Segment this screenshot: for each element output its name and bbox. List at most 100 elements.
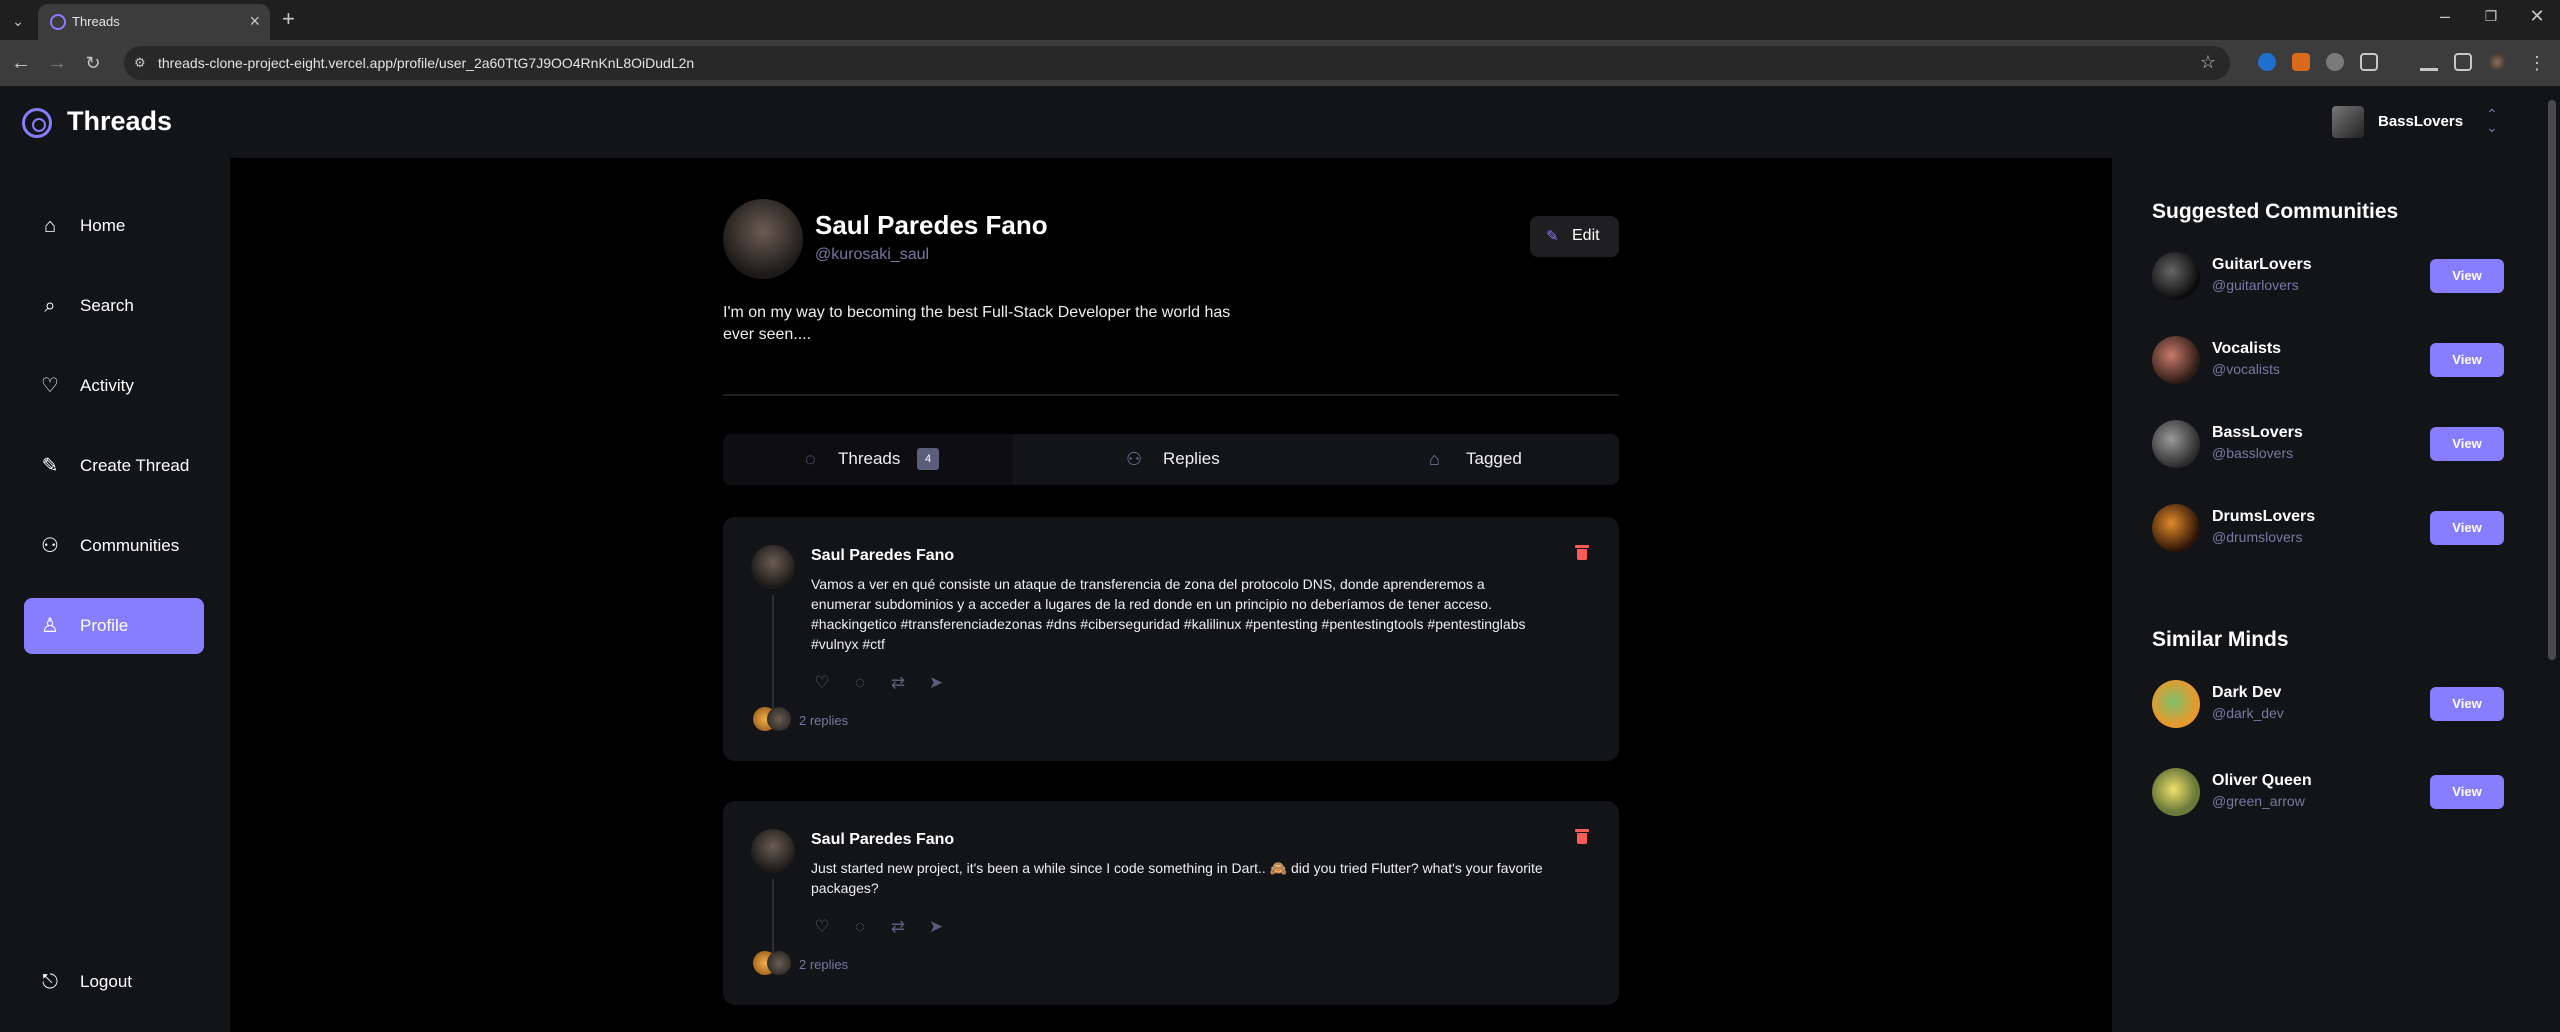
home-icon: ⌂ bbox=[43, 215, 57, 237]
forward-button[interactable]: → bbox=[44, 50, 70, 76]
thread-content: Just started new project, it's been a wh… bbox=[811, 860, 1543, 896]
sidebar-item-label: Home bbox=[80, 216, 126, 235]
reply-icon[interactable]: ◌ bbox=[849, 672, 871, 694]
extension-3-icon[interactable] bbox=[2326, 53, 2344, 71]
community-handle: @vocalists bbox=[2212, 361, 2280, 377]
logout-icon: ⎋ bbox=[42, 971, 58, 993]
view-button[interactable]: View bbox=[2430, 687, 2504, 721]
edit-profile-button[interactable]: ✎ Edit bbox=[1530, 216, 1619, 257]
user-item: Oliver Queen @green_arrow View bbox=[2152, 766, 2516, 818]
edit-label: Edit bbox=[1572, 227, 1600, 244]
user-avatar[interactable] bbox=[2152, 768, 2200, 816]
user-handle: @dark_dev bbox=[2212, 705, 2284, 721]
close-tab-icon[interactable]: × bbox=[249, 11, 260, 32]
author-avatar[interactable] bbox=[751, 545, 795, 589]
replies-tab-icon: ⚇ bbox=[1126, 449, 1143, 469]
community-avatar[interactable] bbox=[2152, 336, 2200, 384]
sidebar-item-search[interactable]: ⌕ Search bbox=[24, 278, 204, 334]
threads-app: Threads BassLovers ⌃ ⌄ ⌂ Home ⌕ Search ♡ … bbox=[0, 86, 2560, 1032]
search-icon: ⌕ bbox=[44, 295, 56, 317]
tab-search-button[interactable]: ⌄ bbox=[6, 9, 30, 33]
logout-button[interactable]: ⎋ Logout bbox=[24, 954, 204, 1010]
tab-threads[interactable]: ◌ Threads 4 bbox=[723, 434, 1013, 485]
tab-label: Tagged bbox=[1466, 449, 1522, 468]
suggested-communities-title: Suggested Communities bbox=[2152, 200, 2399, 223]
repost-icon[interactable]: ⇄ bbox=[887, 916, 909, 938]
site-info-icon[interactable]: ⚙ bbox=[134, 55, 150, 71]
browser-profile-avatar[interactable] bbox=[2488, 53, 2506, 71]
reply-count-link[interactable]: 2 replies bbox=[799, 713, 848, 728]
community-avatar[interactable] bbox=[2152, 504, 2200, 552]
threads-logo-icon[interactable] bbox=[22, 108, 52, 138]
reply-count-link[interactable]: 2 replies bbox=[799, 957, 848, 972]
share-icon[interactable]: ➤ bbox=[925, 916, 947, 938]
sidebar-item-label: Create Thread bbox=[80, 456, 190, 475]
view-button[interactable]: View bbox=[2430, 775, 2504, 809]
repost-icon[interactable]: ⇄ bbox=[887, 672, 909, 694]
organization-switcher[interactable]: BassLovers ⌃ ⌄ bbox=[2332, 104, 2522, 140]
community-item: GuitarLovers @guitarlovers View bbox=[2152, 250, 2516, 302]
share-icon[interactable]: ➤ bbox=[925, 672, 947, 694]
logout-label: Logout bbox=[80, 972, 132, 991]
extensions-puzzle-icon[interactable] bbox=[2360, 53, 2378, 71]
app-topbar: Threads BassLovers ⌃ ⌄ bbox=[0, 86, 2560, 158]
back-button[interactable]: ← bbox=[8, 50, 34, 76]
delete-icon[interactable] bbox=[1575, 544, 1589, 560]
browser-tab[interactable]: Threads × bbox=[38, 4, 270, 40]
user-handle: @green_arrow bbox=[2212, 793, 2305, 809]
user-avatar[interactable] bbox=[2152, 680, 2200, 728]
sidebar-item-activity[interactable]: ♡ Activity bbox=[24, 358, 204, 414]
url-text[interactable]: threads-clone-project-eight.vercel.app/p… bbox=[158, 55, 694, 71]
view-button[interactable]: View bbox=[2430, 511, 2504, 545]
heart-icon[interactable]: ♡ bbox=[811, 916, 833, 938]
browser-tab-strip: ⌄ Threads × + – ❐ ✕ bbox=[0, 0, 2560, 40]
page-scrollbar[interactable] bbox=[2544, 86, 2560, 1032]
community-avatar[interactable] bbox=[2152, 252, 2200, 300]
thread-author[interactable]: Saul Paredes Fano bbox=[811, 547, 954, 565]
view-button[interactable]: View bbox=[2430, 343, 2504, 377]
minimize-button[interactable]: – bbox=[2430, 6, 2460, 27]
app-logo-text[interactable]: Threads bbox=[67, 106, 172, 137]
tab-label: Threads bbox=[838, 449, 901, 468]
bookmark-star-icon[interactable]: ☆ bbox=[2200, 52, 2216, 73]
view-button[interactable]: View bbox=[2430, 427, 2504, 461]
downloads-icon[interactable] bbox=[2420, 53, 2438, 71]
community-handle: @guitarlovers bbox=[2212, 277, 2299, 293]
extension-2-icon[interactable] bbox=[2292, 53, 2310, 71]
browser-menu-icon[interactable]: ⋮ bbox=[2524, 50, 2550, 76]
sidebar-item-profile[interactable]: ♙ Profile bbox=[24, 598, 204, 654]
sidebar-item-create-thread[interactable]: ✎ Create Thread bbox=[24, 438, 204, 494]
window-close-button[interactable]: ✕ bbox=[2522, 6, 2552, 27]
restore-button[interactable]: ❐ bbox=[2476, 8, 2506, 25]
community-avatar[interactable] bbox=[2152, 420, 2200, 468]
community-item: BassLovers @basslovers View bbox=[2152, 418, 2516, 470]
threads-count-badge: 4 bbox=[917, 448, 939, 470]
profile-name: Saul Paredes Fano bbox=[815, 210, 1048, 240]
tab-tagged[interactable]: ⌂ Tagged bbox=[1329, 434, 1619, 485]
author-avatar[interactable] bbox=[751, 829, 795, 873]
sidebar-item-communities[interactable]: ⚇ Communities bbox=[24, 518, 204, 574]
sidebar-item-home[interactable]: ⌂ Home bbox=[24, 198, 204, 254]
thread-card: Saul Paredes Fano Vamos a ver en qué con… bbox=[723, 517, 1619, 761]
sidebar-item-label: Profile bbox=[80, 616, 129, 635]
extension-1-icon[interactable] bbox=[2258, 53, 2276, 71]
address-bar[interactable]: ⚙ threads-clone-project-eight.vercel.app… bbox=[124, 46, 2230, 80]
reload-button[interactable]: ↻ bbox=[80, 50, 106, 76]
side-panel-icon[interactable] bbox=[2454, 53, 2472, 71]
reply-icon[interactable]: ◌ bbox=[849, 916, 871, 938]
thread-author[interactable]: Saul Paredes Fano bbox=[811, 831, 954, 849]
reply-avatar bbox=[767, 951, 791, 975]
organization-avatar bbox=[2332, 106, 2364, 138]
threads-favicon-icon bbox=[50, 14, 66, 30]
new-tab-button[interactable]: + bbox=[282, 6, 295, 32]
thread-content: Vamos a ver en qué consiste un ataque de… bbox=[811, 576, 1526, 652]
heart-icon[interactable]: ♡ bbox=[811, 672, 833, 694]
view-button[interactable]: View bbox=[2430, 259, 2504, 293]
delete-icon[interactable] bbox=[1575, 828, 1589, 844]
organization-name: BassLovers bbox=[2378, 113, 2464, 130]
tab-replies[interactable]: ⚇ Replies bbox=[1026, 434, 1316, 485]
heart-icon: ♡ bbox=[41, 375, 59, 397]
create-icon: ✎ bbox=[41, 455, 59, 477]
scrollbar-thumb[interactable] bbox=[2548, 100, 2556, 660]
community-name: BassLovers bbox=[2212, 424, 2303, 441]
